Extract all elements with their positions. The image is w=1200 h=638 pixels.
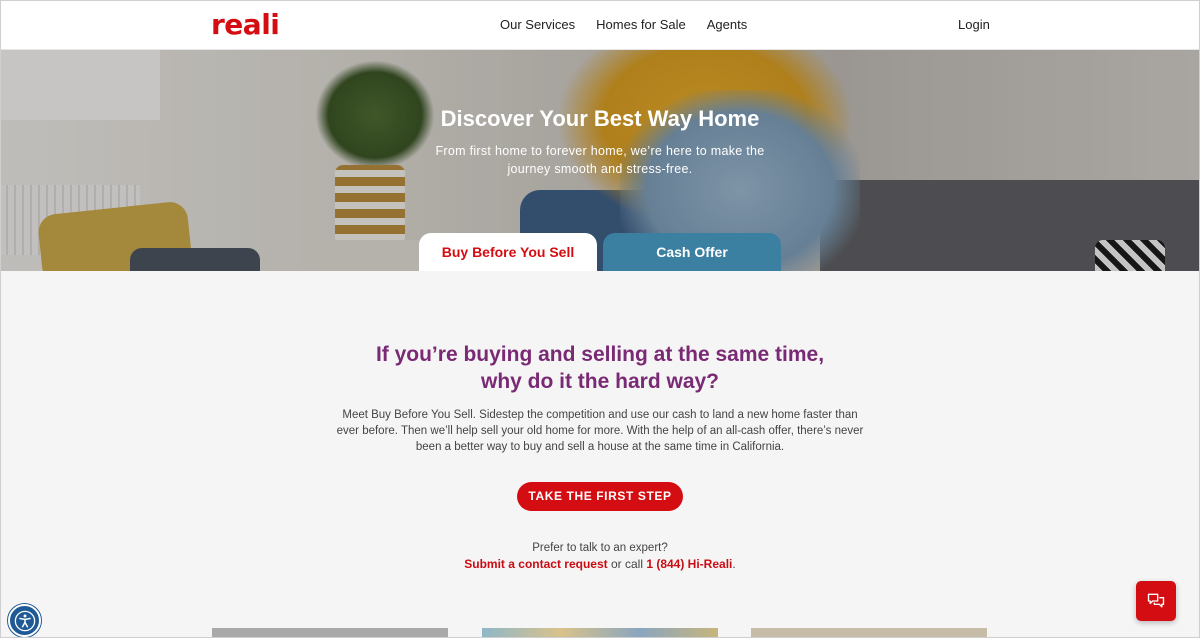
- hero-subtitle: From first home to forever home, we’re h…: [435, 144, 765, 176]
- chat-icon: [1147, 593, 1165, 608]
- section-headline: If you’re buying and selling at the same…: [0, 341, 1200, 395]
- headline-line-2: why do it the hard way?: [480, 370, 720, 393]
- or-call-text: or call: [607, 557, 647, 571]
- headline-line-1: If you’re buying and selling at the same…: [375, 343, 825, 366]
- hero-banner: Discover Your Best Way Home From first h…: [0, 50, 1200, 271]
- main-nav: Our Services Homes for Sale Agents: [500, 17, 747, 32]
- period-text: .: [732, 557, 736, 571]
- accessibility-button[interactable]: [8, 604, 41, 637]
- accessibility-icon: [14, 610, 35, 631]
- chat-button[interactable]: [1136, 581, 1176, 621]
- contact-request-link[interactable]: Submit a contact request: [464, 557, 607, 571]
- site-header: reali Our Services Homes for Sale Agents…: [0, 0, 1200, 50]
- expert-question: Prefer to talk to an expert?: [532, 542, 668, 554]
- tab-buy-before-you-sell[interactable]: Buy Before You Sell: [419, 233, 597, 271]
- login-link[interactable]: Login: [958, 17, 990, 32]
- take-first-step-button[interactable]: TAKE THE FIRST STEP: [517, 482, 683, 511]
- nav-agents[interactable]: Agents: [707, 17, 747, 32]
- feature-card[interactable]: [212, 628, 448, 638]
- contact-line: Submit a contact request or call 1 (844)…: [0, 557, 1200, 571]
- reali-logo[interactable]: reali: [211, 8, 280, 41]
- tab-cash-offer[interactable]: Cash Offer: [603, 233, 781, 271]
- feature-card[interactable]: [751, 628, 987, 638]
- nav-our-services[interactable]: Our Services: [500, 17, 575, 32]
- section-body: Meet Buy Before You Sell. Sidestep the c…: [336, 409, 864, 453]
- nav-homes-for-sale[interactable]: Homes for Sale: [596, 17, 686, 32]
- hero-title: Discover Your Best Way Home: [440, 106, 760, 131]
- feature-card[interactable]: [482, 628, 718, 638]
- phone-link[interactable]: 1 (844) Hi-Reali: [646, 557, 732, 571]
